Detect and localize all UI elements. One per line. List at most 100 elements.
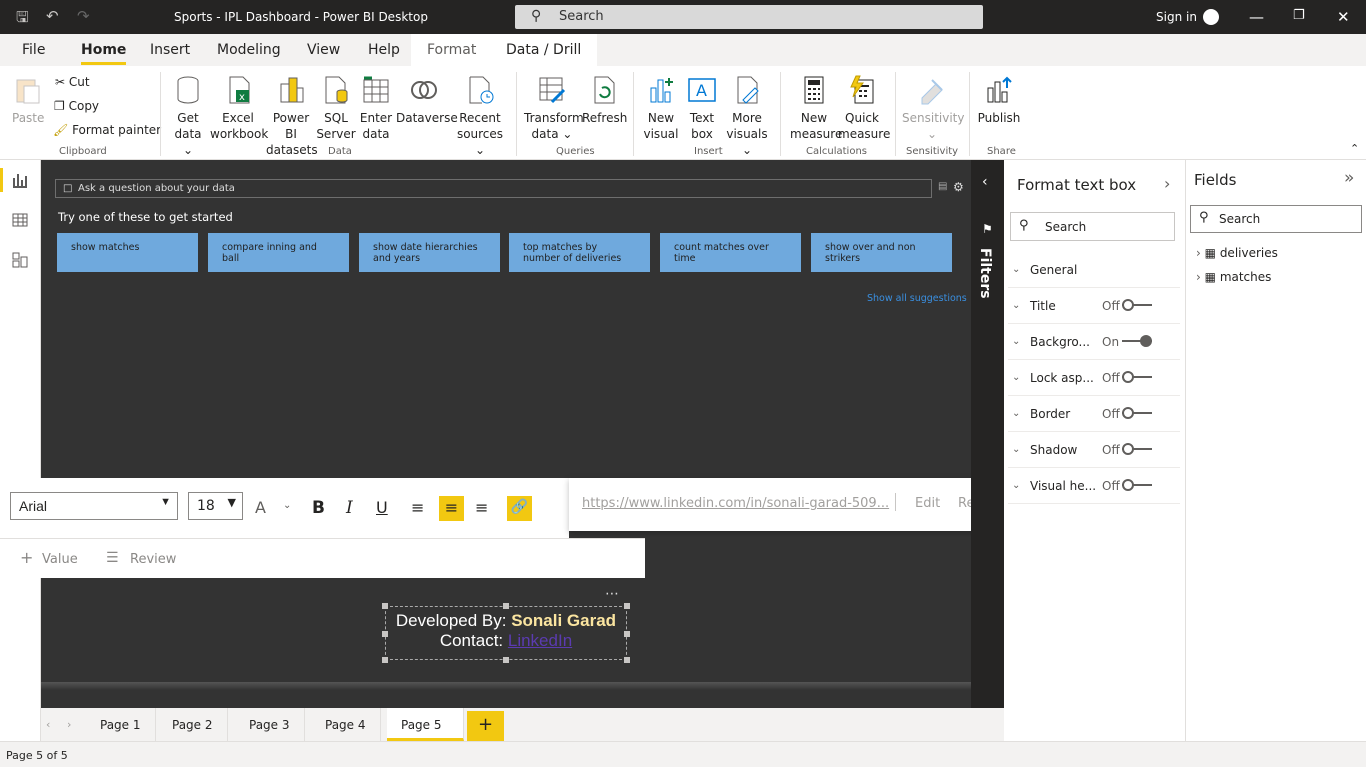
enter-data-button[interactable]: Enter data: [356, 74, 396, 142]
publish-button[interactable]: Publish: [977, 74, 1021, 126]
get-data-button[interactable]: Get data ⌄: [168, 74, 208, 158]
resize-handle[interactable]: [624, 631, 630, 637]
show-all-suggestions-link[interactable]: Show all suggestions: [867, 293, 967, 304]
align-center-icon[interactable]: ≡: [439, 496, 464, 521]
toggle-switch[interactable]: [1122, 443, 1152, 455]
paste-button[interactable]: Paste: [12, 74, 44, 126]
power-bi-datasets-button[interactable]: Power BI datasets: [266, 74, 318, 158]
menu-home[interactable]: Home: [81, 42, 127, 65]
format-row-background[interactable]: ⌄ Backgro... On: [1008, 324, 1180, 360]
close-icon[interactable]: ✕: [1337, 8, 1350, 26]
model-view-icon[interactable]: [12, 252, 28, 268]
restore-icon[interactable]: ❐: [1293, 8, 1305, 23]
chevron-down-icon[interactable]: ⌄: [283, 500, 291, 511]
field-table-item[interactable]: › ▦ matches: [1196, 270, 1271, 284]
menu-view[interactable]: View: [307, 42, 340, 58]
quick-measure-button[interactable]: Quick measure: [838, 74, 890, 142]
report-view-icon[interactable]: [12, 172, 28, 188]
menu-modeling[interactable]: Modeling: [217, 42, 281, 58]
filters-pane-collapsed[interactable]: ‹ ⚑ Filters: [971, 160, 1004, 708]
format-row-shadow[interactable]: ⌄ Shadow Off: [1008, 432, 1180, 468]
sign-in-link[interactable]: Sign in: [1156, 10, 1197, 24]
font-family-select[interactable]: Arial ▼: [10, 492, 178, 520]
chevron-right-icon[interactable]: ›: [1164, 174, 1170, 193]
plus-icon[interactable]: +: [20, 548, 33, 567]
font-color-icon[interactable]: A: [255, 498, 266, 517]
qna-settings-icon[interactable]: ⚙: [953, 180, 964, 194]
more-options-icon[interactable]: ⋯: [605, 586, 620, 602]
menu-data-drill[interactable]: Data / Drill: [490, 34, 598, 66]
save-icon[interactable]: 🖫: [16, 7, 29, 32]
field-table-item[interactable]: › ▦ deliveries: [1196, 246, 1278, 260]
page-tab[interactable]: Page 4: [311, 708, 381, 741]
new-measure-button[interactable]: New measure: [790, 74, 842, 142]
toggle-switch[interactable]: [1122, 407, 1152, 419]
cut-button[interactable]: ✂ Cut: [55, 75, 90, 89]
resize-handle[interactable]: [624, 657, 630, 663]
menu-file[interactable]: File: [22, 42, 45, 58]
align-right-icon[interactable]: ≡: [475, 498, 488, 517]
resize-handle[interactable]: [624, 603, 630, 609]
toggle-switch[interactable]: [1122, 371, 1152, 383]
sensitivity-button[interactable]: Sensitivity ⌄: [902, 74, 964, 142]
review-button[interactable]: Review: [130, 552, 176, 567]
refresh-button[interactable]: Refresh: [582, 74, 627, 126]
linkedin-link[interactable]: LinkedIn: [508, 631, 572, 650]
edit-link-button[interactable]: Edit: [915, 496, 940, 511]
text-box-button[interactable]: A Text box: [682, 74, 722, 142]
format-row-general[interactable]: ⌄ General: [1008, 252, 1180, 288]
dataverse-button[interactable]: Dataverse: [396, 74, 458, 126]
menu-help[interactable]: Help: [368, 42, 400, 58]
resize-handle[interactable]: [503, 603, 509, 609]
underline-icon[interactable]: U: [376, 498, 388, 517]
scroll-left-icon[interactable]: ‹: [46, 718, 50, 731]
sql-server-button[interactable]: SQL Server: [316, 74, 356, 142]
collapse-ribbon-icon[interactable]: ⌃: [1350, 142, 1359, 155]
align-left-icon[interactable]: ≡: [411, 498, 424, 517]
page-tab[interactable]: Page 1: [86, 708, 156, 741]
menu-format[interactable]: Format: [411, 34, 493, 66]
toggle-switch[interactable]: [1122, 299, 1152, 311]
qna-convert-icon[interactable]: ▤: [938, 181, 947, 192]
format-painter-button[interactable]: 🖌 Format painter: [53, 123, 161, 137]
page-tab[interactable]: Page 3: [235, 708, 305, 741]
qna-question-input[interactable]: □ Ask a question about your data: [55, 179, 932, 198]
data-view-icon[interactable]: [12, 212, 28, 228]
resize-handle[interactable]: [382, 631, 388, 637]
new-visual-button[interactable]: New visual: [641, 74, 681, 142]
font-size-select[interactable]: 18 ▼: [188, 492, 243, 520]
more-visuals-button[interactable]: More visuals ⌄: [722, 74, 772, 158]
qna-suggestion[interactable]: compare inning and ball: [208, 233, 349, 272]
format-search-input[interactable]: ⚲ Search: [1010, 212, 1175, 241]
add-page-button[interactable]: +: [467, 711, 504, 741]
minimize-icon[interactable]: —: [1249, 8, 1264, 26]
qna-suggestion[interactable]: show matches: [57, 233, 198, 272]
avatar[interactable]: [1203, 9, 1219, 25]
bold-icon[interactable]: B: [312, 498, 325, 518]
format-row-title[interactable]: ⌄ Title Off: [1008, 288, 1180, 324]
toggle-switch[interactable]: [1122, 335, 1152, 347]
resize-handle[interactable]: [382, 603, 388, 609]
hyperlink-icon[interactable]: 🔗: [507, 496, 532, 521]
format-row-lock-aspect[interactable]: ⌄ Lock asp... Off: [1008, 360, 1180, 396]
toggle-switch[interactable]: [1122, 479, 1152, 491]
hyperlink-url[interactable]: https://www.linkedin.com/in/sonali-garad…: [582, 496, 889, 511]
excel-workbook-button[interactable]: x Excel workbook: [210, 74, 268, 142]
undo-icon[interactable]: ↶: [46, 7, 59, 25]
review-icon[interactable]: ☰: [106, 550, 119, 566]
transform-data-button[interactable]: Transform data ⌄: [524, 74, 584, 142]
qna-suggestion[interactable]: count matches over time: [660, 233, 801, 272]
qna-suggestion[interactable]: top matches by number of deliveries: [509, 233, 650, 272]
fields-search-input[interactable]: ⚲ Search: [1190, 205, 1362, 233]
search-box[interactable]: ⚲ Search: [515, 5, 983, 29]
format-row-visual-header[interactable]: ⌄ Visual he... Off: [1008, 468, 1180, 504]
value-button[interactable]: Value: [42, 552, 78, 567]
scroll-right-icon[interactable]: ›: [67, 718, 71, 731]
italic-icon[interactable]: I: [346, 498, 353, 518]
qna-suggestion[interactable]: show over and non strikers: [811, 233, 952, 272]
page-tab[interactable]: Page 2: [158, 708, 228, 741]
recent-sources-button[interactable]: Recent sources ⌄: [452, 74, 508, 158]
chevron-left-icon[interactable]: ‹: [982, 174, 988, 190]
developer-text-box[interactable]: Developed By: Sonali Garad Contact: Link…: [382, 603, 630, 663]
page-tab-active[interactable]: Page 5: [387, 708, 464, 741]
